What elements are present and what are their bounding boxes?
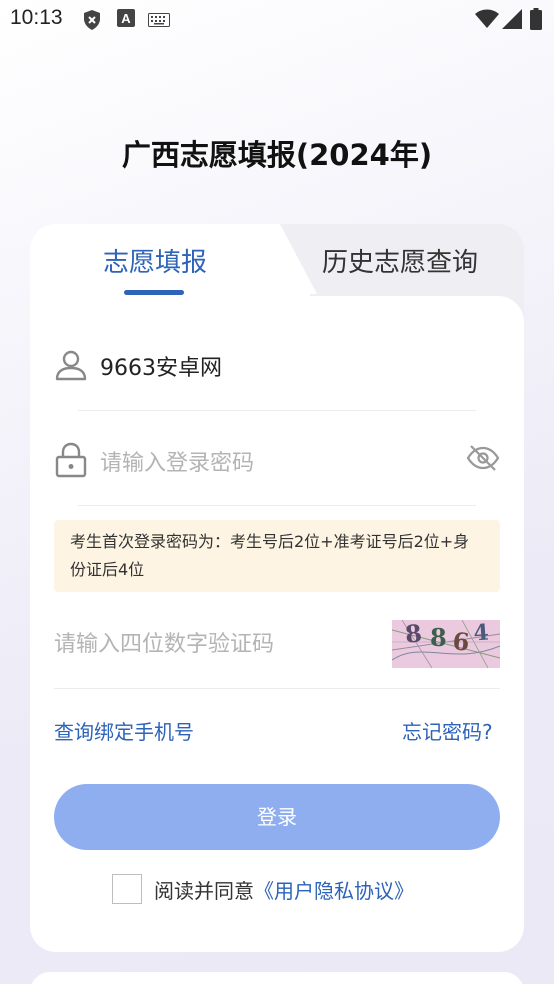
- svg-text:8: 8: [404, 620, 424, 649]
- forgot-password-link[interactable]: 忘记密码?: [402, 716, 493, 745]
- signal-icon: [502, 9, 522, 33]
- status-bar: 10:13 A: [0, 0, 554, 40]
- battery-icon: [530, 8, 542, 34]
- next-card-peek: [30, 972, 524, 984]
- shield-x-icon: [82, 9, 102, 35]
- tab-history-query[interactable]: 历史志愿查询: [310, 242, 490, 279]
- captcha-divider: [54, 688, 500, 689]
- wifi-icon: [475, 9, 499, 33]
- bind-phone-link[interactable]: 查询绑定手机号: [54, 716, 194, 745]
- password-hint-notice: 考生首次登录密码为：考生号后2位+准考证号后2位+身份证后4位: [54, 520, 500, 592]
- password-divider: [78, 505, 476, 506]
- tab-application[interactable]: 志愿填报: [80, 242, 230, 279]
- username-divider: [78, 410, 476, 411]
- user-icon: [54, 348, 88, 386]
- captcha-input[interactable]: 请输入四位数字验证码: [54, 626, 274, 658]
- svg-text:A: A: [121, 11, 131, 26]
- active-tab-indicator: [124, 290, 184, 295]
- card-body-top: [30, 296, 524, 356]
- captcha-image[interactable]: 8 8 6 4 8864: [391, 618, 501, 669]
- agreement-prefix: 阅读并同意: [154, 879, 254, 903]
- login-card: 志愿填报 历史志愿查询 9663安卓网 请输入登录密码 考生首次登录密码为：考生…: [30, 224, 524, 952]
- username-field[interactable]: 9663安卓网: [100, 350, 222, 382]
- svg-text:8: 8: [430, 623, 447, 652]
- password-input[interactable]: 请输入登录密码: [100, 445, 254, 477]
- status-time: 10:13: [10, 6, 63, 29]
- agreement-text: 阅读并同意《用户隐私协议》: [154, 875, 414, 904]
- keyboard-icon: [148, 12, 170, 31]
- font-a-icon: A: [117, 9, 135, 31]
- svg-text:4: 4: [473, 620, 490, 647]
- page-title: 广西志愿填报(2024年): [121, 138, 433, 172]
- login-button[interactable]: 登录: [54, 784, 500, 850]
- eye-off-icon[interactable]: [466, 444, 500, 476]
- agreement-checkbox[interactable]: [112, 874, 142, 904]
- privacy-policy-link[interactable]: 《用户隐私协议》: [254, 879, 414, 903]
- svg-text:6: 6: [452, 626, 471, 656]
- lock-icon: [54, 442, 88, 482]
